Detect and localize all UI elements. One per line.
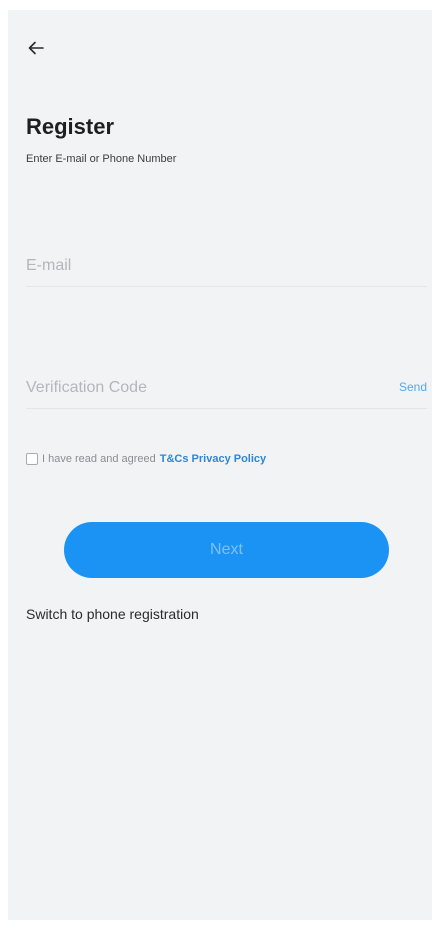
page-subtitle: Enter E-mail or Phone Number <box>26 153 177 165</box>
back-button[interactable] <box>22 36 50 60</box>
arrow-left-icon <box>28 41 44 55</box>
agreement-row: I have read and agreed T&Cs Privacy Poli… <box>26 451 266 467</box>
verification-code-field-container: Send <box>26 368 427 409</box>
next-button[interactable]: Next <box>64 522 389 578</box>
verification-code-input[interactable] <box>26 368 366 408</box>
send-code-button[interactable]: Send <box>399 380 427 394</box>
email-input[interactable] <box>26 246 427 286</box>
page-title: Register <box>26 114 115 139</box>
privacy-policy-link[interactable]: T&Cs Privacy Policy <box>160 453 266 465</box>
switch-to-phone-registration-link[interactable]: Switch to phone registration <box>26 606 199 622</box>
register-screen: Register Enter E-mail or Phone Number Se… <box>8 10 432 920</box>
agreement-checkbox[interactable] <box>26 453 38 465</box>
agreement-text: I have read and agreed <box>42 453 156 465</box>
email-field-container <box>26 246 427 287</box>
